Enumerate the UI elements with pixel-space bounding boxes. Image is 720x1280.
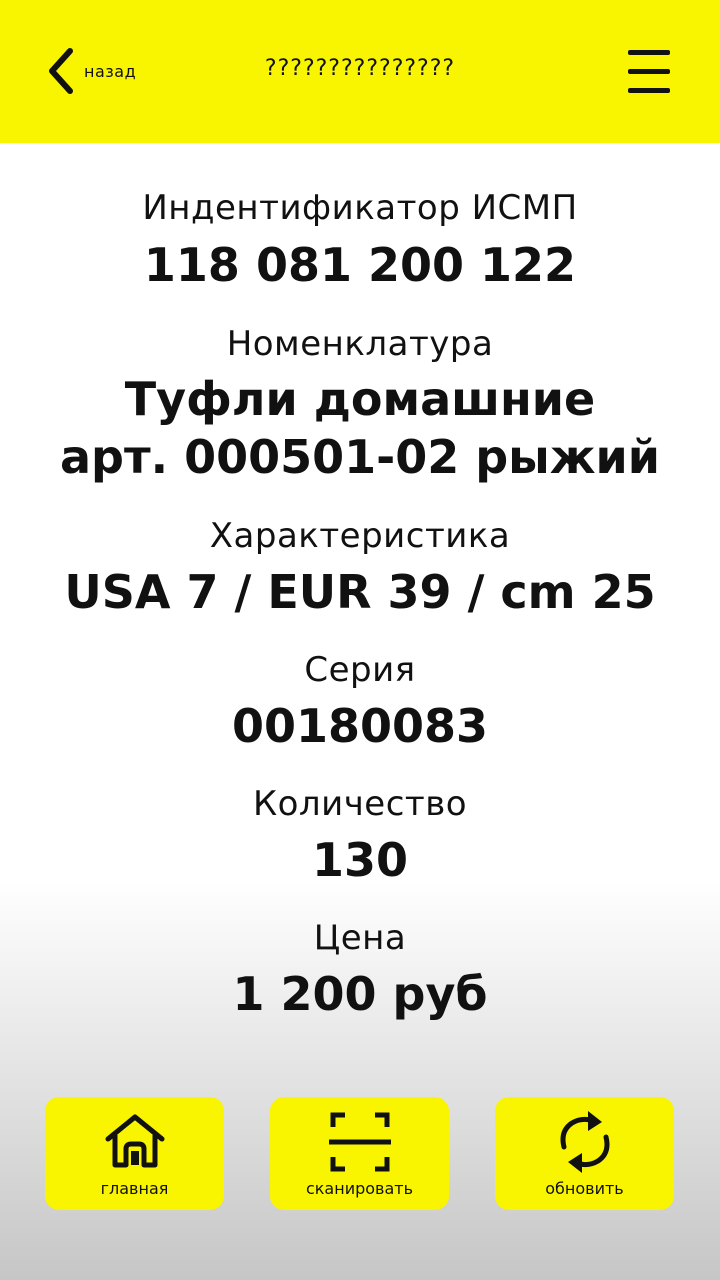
series-label: Серия — [304, 650, 416, 690]
nomenclature-value-line-2: арт. 000501-02 рыжий — [59, 430, 661, 484]
scan-label: сканировать — [305, 1179, 414, 1198]
scan-button[interactable]: сканировать — [270, 1097, 449, 1210]
refresh-button[interactable]: обновить — [495, 1097, 674, 1210]
ismp-id-value: 118 081 200 122 — [143, 238, 577, 292]
back-label: назад — [84, 61, 137, 81]
home-icon — [105, 1114, 165, 1168]
nomenclature-label: Номенклатура — [226, 324, 494, 364]
page-title: ??????????????? — [264, 56, 456, 81]
home-button[interactable]: главная — [45, 1097, 224, 1210]
home-label: главная — [100, 1179, 169, 1198]
refresh-icon — [560, 1111, 610, 1173]
refresh-label: обновить — [545, 1179, 624, 1198]
series-value: 00180083 — [231, 699, 489, 753]
hamburger-menu-icon — [628, 50, 670, 93]
scan-icon — [329, 1112, 391, 1172]
characteristic-value: USA 7 / EUR 39 / cm 25 — [64, 565, 656, 619]
ismp-id-label: Индентификатор ИСМП — [142, 188, 578, 228]
chevron-left-icon — [49, 48, 73, 94]
top-bar: назад ??????????????? — [0, 0, 720, 143]
quantity-value: 130 — [311, 833, 409, 887]
back-button[interactable]: назад — [44, 46, 136, 96]
price-value: 1 200 руб — [232, 967, 488, 1021]
menu-button[interactable] — [622, 46, 676, 98]
characteristic-label: Характеристика — [209, 516, 511, 556]
price-label: Цена — [313, 918, 407, 958]
nomenclature-value-line-1: Туфли домашние — [124, 372, 596, 426]
quantity-label: Количество — [252, 784, 468, 824]
